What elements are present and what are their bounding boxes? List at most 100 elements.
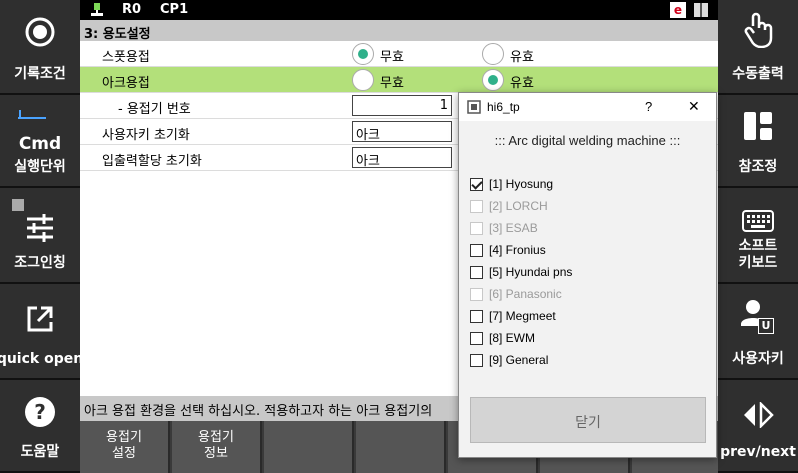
dialog-titlebar: hi6_tp ? ✕ (459, 93, 716, 121)
arc-valid-label: 유효 (510, 76, 534, 91)
row-label: 아크용접 (102, 76, 150, 91)
dialog-heading: ::: Arc digital welding machine ::: (494, 133, 681, 148)
spot-valid-label: 유효 (510, 50, 534, 65)
dialog-help-button[interactable]: ? (645, 99, 652, 114)
program-name: CP1 (160, 2, 189, 17)
option-lorch: [2] LORCH (470, 197, 548, 215)
option-megmeet[interactable]: [7] Megmeet (470, 307, 556, 325)
recording-condition-label: 기록조건 (14, 66, 66, 82)
option-label: [2] LORCH (489, 199, 548, 213)
spot-valid-radio[interactable] (482, 43, 504, 65)
spot-invalid-label: 무효 (380, 50, 404, 65)
option-label: [7] Megmeet (489, 309, 556, 323)
checkbox[interactable] (470, 265, 483, 279)
option-hyosung[interactable]: [1] Hyosung (470, 175, 553, 193)
spot-invalid-radio[interactable] (352, 43, 374, 65)
prev-next-button[interactable]: prev/next (718, 380, 798, 473)
soft-keyboard-label-2: 키보드 (738, 255, 778, 271)
execution-unit-button[interactable]: Cmd 실행단위 (0, 95, 80, 188)
option-ewm[interactable]: [8] EWM (470, 329, 535, 347)
record-icon (24, 16, 56, 52)
touch-icon (743, 12, 773, 52)
status-bar: R0 CP1 e (80, 0, 718, 20)
fkey-line: 용접기 (106, 430, 142, 445)
welder-number-input[interactable]: 1 (352, 95, 452, 116)
step-icon (18, 105, 46, 124)
checkbox[interactable] (470, 177, 483, 191)
help-label: 도움말 (20, 444, 60, 460)
manual-output-button[interactable]: 수동출력 (718, 0, 798, 95)
keyboard-icon (742, 210, 774, 236)
checkbox[interactable] (470, 243, 483, 257)
arc-valid-radio[interactable] (482, 69, 504, 91)
fkey-4[interactable] (356, 421, 446, 473)
soft-keyboard-button[interactable]: 소프트 키보드 (718, 188, 798, 284)
welding-machine-dialog: hi6_tp ? ✕ ::: Arc digital welding machi… (458, 92, 717, 458)
option-label: [3] ESAB (489, 221, 538, 235)
welder-info-button[interactable]: 용접기 정보 (172, 421, 262, 473)
user-key-badge: U (758, 318, 774, 334)
fkey-line: 용접기 (198, 430, 234, 445)
sliders-icon (25, 214, 55, 246)
option-hyundai-pns[interactable]: [5] Hyundai pns (470, 263, 572, 281)
soft-keyboard-label-1: 소프트 (738, 238, 778, 254)
robot-icon (90, 1, 104, 21)
row-label: 입출력할당 초기화 (102, 154, 202, 169)
reference-label: 참조정 (738, 159, 778, 175)
option-label: [4] Fronius (489, 243, 546, 257)
prev-next-label: prev/next (720, 444, 796, 460)
checkbox (470, 199, 483, 213)
arc-invalid-label: 무효 (380, 76, 404, 91)
robot-id: R0 (122, 2, 142, 17)
svg-text:?: ? (34, 400, 46, 424)
dialog-title: hi6_tp (487, 100, 520, 114)
manual-output-label: 수동출력 (732, 66, 784, 82)
row-label: 사용자키 초기화 (102, 128, 190, 143)
row-label: 스폿용접 (102, 50, 150, 65)
option-label: [1] Hyosung (489, 177, 554, 191)
io-init-select[interactable]: 아크 (352, 147, 452, 169)
checkbox (470, 221, 483, 235)
user-key-label: 사용자키 (732, 351, 784, 367)
row-spot-welding: 스폿용접 무효 유효 (80, 41, 718, 67)
help-icon: ? (24, 396, 56, 432)
dialog-close-button[interactable]: 닫기 (470, 397, 706, 443)
checkbox[interactable] (470, 309, 483, 323)
quick-open-button[interactable]: quick open (0, 284, 83, 380)
app-icon (467, 100, 481, 117)
recording-condition-button[interactable]: 기록조건 (0, 0, 80, 95)
option-fronius[interactable]: [4] Fronius (470, 241, 546, 259)
row-label: - 용접기 번호 (118, 102, 191, 117)
left-sidebar: 기록조건 Cmd 실행단위 조그인칭 quick open ? 도움말 (0, 0, 83, 473)
execution-unit-label: 실행단위 (14, 159, 66, 175)
row-arc-welding: 아크용접 무효 유효 (80, 67, 718, 93)
page-title: 3: 용도설정 (80, 20, 718, 42)
dialog-close-icon[interactable]: ✕ (688, 98, 700, 115)
welder-settings-button[interactable]: 용접기 설정 (80, 421, 170, 473)
fkey-line: 정보 (204, 446, 228, 461)
indicator-square-icon (12, 196, 24, 215)
layout-icon (743, 111, 773, 145)
option-esab: [3] ESAB (470, 219, 538, 237)
cmd-label: Cmd (18, 134, 62, 154)
arc-invalid-radio[interactable] (352, 69, 374, 91)
user-key-button[interactable]: U 사용자키 (718, 284, 798, 380)
battery-icon (694, 3, 708, 21)
external-link-icon (25, 304, 55, 338)
e-badge: e (670, 2, 686, 18)
checkbox[interactable] (470, 353, 483, 367)
reference-button[interactable]: 참조정 (718, 95, 798, 188)
checkbox[interactable] (470, 331, 483, 345)
option-panasonic: [6] Panasonic (470, 285, 562, 303)
right-sidebar: 수동출력 참조정 소프트 키보드 U 사용자키 prev/next (718, 0, 798, 473)
fkey-3[interactable] (264, 421, 354, 473)
option-label: [5] Hyundai pns (489, 265, 573, 279)
option-label: [9] General (489, 353, 549, 367)
jogging-label: 조그인칭 (14, 255, 66, 271)
option-general[interactable]: [9] General (470, 351, 548, 369)
fkey-line: 설정 (112, 446, 136, 461)
option-label: [8] EWM (489, 331, 536, 345)
help-button[interactable]: ? 도움말 (0, 380, 80, 473)
jogging-button[interactable]: 조그인칭 (0, 188, 80, 284)
userkey-init-select[interactable]: 아크 (352, 121, 452, 143)
